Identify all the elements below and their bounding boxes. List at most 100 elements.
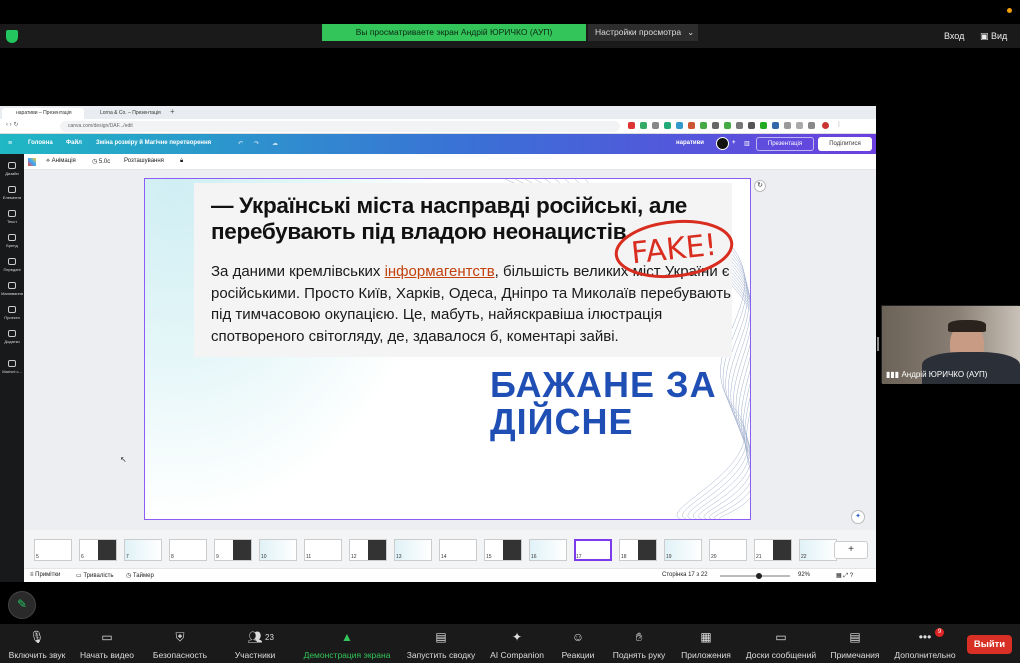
profile-avatar[interactable] (822, 122, 829, 129)
menu-resize[interactable]: Зміна розміру й Магічне перетворення (96, 140, 211, 146)
lock-icon[interactable]: 🔒︎ (180, 158, 183, 165)
extension-icon[interactable] (772, 122, 779, 129)
thumbnail-number: 8 (171, 554, 174, 560)
thumbnail-number: 11 (306, 554, 312, 560)
notes-button[interactable]: ≡ Примітки (30, 572, 60, 578)
extension-icon[interactable] (628, 122, 635, 129)
add-page-button[interactable]: + (834, 541, 868, 559)
toolbar-button-video-off[interactable]: ▭ Начать видео (69, 628, 145, 660)
draw-icon (8, 282, 16, 289)
extension-icon[interactable] (676, 122, 683, 129)
sidebar-item-projects[interactable]: Проекти (0, 306, 24, 320)
slide-canvas[interactable]: — Українські міста насправді російські, … (144, 178, 751, 520)
sidebar-item-magic[interactable]: Магічні с... (0, 360, 24, 374)
zoom-level[interactable]: 92% (798, 572, 810, 578)
sidebar-item-draw[interactable]: Малювання (0, 282, 24, 296)
body-link[interactable]: інформагентств (385, 263, 495, 280)
hamburger-icon[interactable]: ≡ (8, 140, 12, 147)
refresh-icon[interactable]: ↻ (754, 180, 766, 192)
document-name[interactable]: наративи (676, 140, 704, 146)
extension-icon[interactable] (652, 122, 659, 129)
sidebar-label: Бренд (6, 243, 18, 248)
toolbar-button-more[interactable]: ••• Дополнительно (887, 628, 963, 660)
toolbar-button-whiteboard[interactable]: ▭ Доски сообщений (743, 628, 819, 660)
extension-icon[interactable] (640, 122, 647, 129)
extension-icon[interactable] (808, 122, 815, 129)
add-collaborator-icon[interactable]: + (732, 140, 736, 146)
panel-resize-handle[interactable] (877, 337, 879, 351)
url-field[interactable]: canva.com/design/DAF.../edit (60, 121, 620, 132)
apps-icon (8, 330, 16, 337)
duration-status-button[interactable]: ▭ Тривалість (76, 572, 114, 579)
menu-dots-icon[interactable]: ⋮ (836, 121, 842, 128)
participant-video-tile[interactable]: ▮▮▮ Андрій ЮРИЧКО (АУП) (881, 305, 1020, 384)
notes-icon: ▤ (849, 630, 861, 644)
leave-button[interactable]: Выйти (967, 635, 1012, 654)
share-label: Поділитися (829, 141, 861, 147)
color-palette-icon[interactable] (28, 158, 36, 166)
encryption-shield-icon[interactable] (6, 30, 18, 43)
extension-icon[interactable] (748, 122, 755, 129)
page-thumbnail[interactable] (214, 539, 252, 561)
grid-view-icon[interactable]: ▦ ⤢ ? (836, 572, 853, 580)
zoom-slider-handle[interactable] (756, 573, 762, 579)
menu-file[interactable]: Файл (66, 140, 82, 146)
view-options-dropdown[interactable]: Настройки просмотра ⌄ (588, 24, 698, 41)
toolbar-button-participants[interactable]: 👥︎ Участники (217, 628, 293, 660)
nav-arrows-icon[interactable]: ‹ › ↻ (6, 121, 18, 128)
zoom-slider[interactable] (720, 573, 790, 579)
extension-icon[interactable] (796, 122, 803, 129)
collaborator-avatar[interactable] (716, 137, 729, 150)
view-button[interactable]: ▣ Вид (980, 31, 1007, 42)
toolbar-button-shield[interactable]: ⛨ Безопасность (142, 628, 218, 660)
toolbar-button-summary[interactable]: ▤ Запустить сводку (403, 628, 479, 660)
sidebar-item-elements[interactable]: Елементи (0, 186, 24, 200)
page-thumbnail[interactable] (79, 539, 117, 561)
analytics-icon[interactable]: ▥ (744, 140, 750, 147)
timer-label: Таймер (132, 573, 154, 579)
timer-button[interactable]: ◷ Таймер (126, 572, 154, 579)
body-text-part: За даними кремлівських (211, 263, 385, 280)
sidebar-item-uploads[interactable]: Передані (0, 258, 24, 272)
thumbnail-number: 9 (216, 554, 219, 560)
menu-home[interactable]: Головна (28, 140, 53, 146)
extension-icon[interactable] (700, 122, 707, 129)
extension-icon[interactable] (724, 122, 731, 129)
uploads-icon (8, 258, 16, 265)
sidebar-item-brand[interactable]: Бренд (0, 234, 24, 248)
extension-icon[interactable] (760, 122, 767, 129)
magic-assist-icon[interactable]: ✦ (851, 510, 865, 524)
page-thumbnail[interactable] (169, 539, 207, 561)
sidebar-item-design[interactable]: Дизайн (0, 162, 24, 176)
slogan-text[interactable]: БАЖАНЕ ЗА ДІЙСНЕ (490, 366, 717, 440)
extension-icon[interactable] (784, 122, 791, 129)
browser-tab[interactable]: Lorna & Co. – Презентація (86, 108, 168, 119)
redo-icon[interactable]: ↷ (254, 140, 259, 147)
toolbar-button-apps[interactable]: ▦ Приложения (668, 628, 744, 660)
page-thumbnail[interactable] (34, 539, 72, 561)
extension-icon[interactable] (712, 122, 719, 129)
position-button[interactable]: Розташування (124, 158, 164, 164)
share-banner: Вы просматриваете экран Андрій ЮРИЧКО (А… (322, 24, 586, 41)
new-tab-icon[interactable]: + (170, 107, 175, 116)
page-thumbnail[interactable] (124, 539, 162, 561)
sidebar-label: Малювання (1, 291, 23, 296)
exit-button[interactable]: Вход (944, 31, 964, 41)
sidebar-item-text[interactable]: Текст (0, 210, 24, 224)
magic-icon (8, 360, 16, 367)
present-button[interactable]: Презентація (756, 137, 814, 151)
extension-icon[interactable] (664, 122, 671, 129)
undo-icon[interactable]: ↶ (238, 140, 243, 147)
thumbnail-number: 12 (351, 554, 357, 560)
extension-icon[interactable] (736, 122, 743, 129)
canva-share-button[interactable]: Поділитися (818, 137, 872, 151)
annotate-button[interactable]: ✎ (8, 591, 36, 619)
sidebar-item-apps[interactable]: Додатки (0, 330, 24, 344)
browser-tab-active[interactable]: наративи – Презентація (2, 108, 84, 119)
toolbar-label: Участники (234, 650, 276, 660)
pencil-icon: ✎ (17, 597, 28, 611)
toolbar-button-share-screen[interactable]: ▲ Демонстрация экрана (304, 628, 391, 660)
extension-icon[interactable] (688, 122, 695, 129)
animation-button[interactable]: ⟡ Анімація (46, 158, 76, 165)
duration-button[interactable]: ◷ 5.0с (92, 158, 110, 165)
